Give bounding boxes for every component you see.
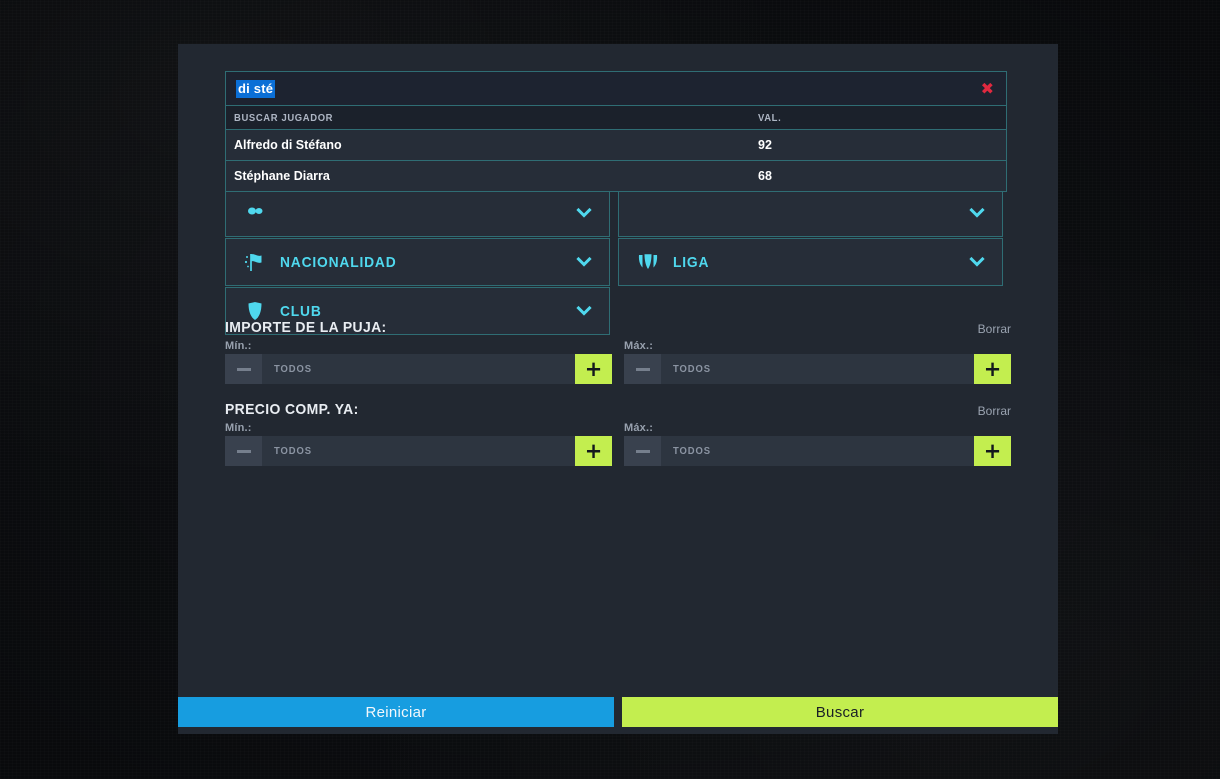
range-title-bid-amount: IMPORTE DE LA PUJA: <box>225 319 387 336</box>
reset-button[interactable]: Reiniciar <box>178 697 614 727</box>
modal-body: NACIONALIDAD LIGA CLUB di sté ✖ BUSCAR J… <box>178 44 1058 690</box>
results-column-value: VAL. <box>758 111 782 124</box>
filter-dropdown-liga[interactable]: LIGA <box>618 238 1003 286</box>
bid-max-input[interactable]: TODOS <box>661 354 974 384</box>
range-section-buy-now-price: PRECIO COMP. YA: Borrar Mín.: TODOS + Má… <box>225 401 1011 466</box>
bid-min-input[interactable]: TODOS <box>262 354 575 384</box>
range-min-label: Mín.: <box>225 340 252 352</box>
minus-icon <box>635 367 650 371</box>
search-input[interactable]: di sté ✖ <box>225 71 1007 106</box>
results-column-name: BUSCAR JUGADOR <box>234 111 334 124</box>
filter-grid: NACIONALIDAD LIGA CLUB <box>225 189 1011 336</box>
chevron-down-icon <box>575 302 593 320</box>
flag-icon <box>242 249 268 275</box>
bid-min-stepper: TODOS + <box>225 354 612 384</box>
result-player-name: Stéphane Diarra <box>234 169 330 183</box>
bid-max-decrement-button[interactable] <box>624 354 661 384</box>
range-section-bid-amount: IMPORTE DE LA PUJA: Borrar Mín.: TODOS +… <box>225 319 1011 384</box>
filter-row-1: NACIONALIDAD LIGA <box>225 238 1011 286</box>
range-min-label: Mín.: <box>225 422 252 434</box>
bid-min-decrement-button[interactable] <box>225 354 262 384</box>
modal-footer: Reiniciar Buscar <box>178 690 1058 734</box>
clear-bid-amount-link[interactable]: Borrar <box>978 322 1011 336</box>
search-result-row[interactable]: Alfredo di Stéfano 92 <box>225 130 1007 161</box>
result-player-rating: 68 <box>758 169 772 183</box>
range-pair-buy-now-price: Mín.: TODOS + Máx.: TODOS + <box>225 422 1011 466</box>
range-max-label: Máx.: <box>624 340 654 352</box>
filter-label-liga: LIGA <box>673 253 710 271</box>
bid-min-placeholder: TODOS <box>274 363 312 375</box>
minus-icon <box>635 449 650 453</box>
buynow-min-input[interactable]: TODOS <box>262 436 575 466</box>
buynow-max-increment-button[interactable]: + <box>974 436 1011 466</box>
bid-max-stepper: TODOS + <box>624 354 1011 384</box>
filter-label-club: CLUB <box>280 302 322 320</box>
filter-dropdown-hidden-left[interactable] <box>225 189 610 237</box>
result-player-rating: 92 <box>758 138 772 152</box>
search-result-row[interactable]: Stéphane Diarra 68 <box>225 161 1007 192</box>
filter-row-hidden <box>225 189 1011 237</box>
minus-icon <box>236 367 251 371</box>
minus-icon <box>236 449 251 453</box>
chevron-down-icon <box>575 253 593 271</box>
filter-label-nacionalidad: NACIONALIDAD <box>280 253 397 271</box>
search-filter-modal: NACIONALIDAD LIGA CLUB di sté ✖ BUSCAR J… <box>178 44 1058 734</box>
result-player-name: Alfredo di Stéfano <box>234 138 342 152</box>
buynow-max-stepper: TODOS + <box>624 436 1011 466</box>
range-group-max: Máx.: TODOS + <box>624 422 1011 466</box>
range-group-min: Mín.: TODOS + <box>225 422 612 466</box>
close-x-icon[interactable]: ✖ <box>981 80 994 97</box>
range-max-label: Máx.: <box>624 422 654 434</box>
search-input-value: di sté <box>236 79 276 98</box>
position-icon <box>242 200 268 226</box>
buynow-min-stepper: TODOS + <box>225 436 612 466</box>
range-title-buy-now-price: PRECIO COMP. YA: <box>225 401 359 418</box>
search-button[interactable]: Buscar <box>622 697 1058 727</box>
range-group-max: Máx.: TODOS + <box>624 340 1011 384</box>
range-pair-bid-amount: Mín.: TODOS + Máx.: TODOS + <box>225 340 1011 384</box>
buynow-min-increment-button[interactable]: + <box>575 436 612 466</box>
filter-dropdown-nacionalidad[interactable]: NACIONALIDAD <box>225 238 610 286</box>
bid-max-increment-button[interactable]: + <box>974 354 1011 384</box>
filter-dropdown-hidden-right[interactable] <box>618 189 1003 237</box>
chevron-down-icon <box>968 253 986 271</box>
buynow-min-decrement-button[interactable] <box>225 436 262 466</box>
buynow-max-decrement-button[interactable] <box>624 436 661 466</box>
buynow-max-input[interactable]: TODOS <box>661 436 974 466</box>
buynow-min-placeholder: TODOS <box>274 445 312 457</box>
chevron-down-icon <box>575 204 593 222</box>
clear-buy-now-price-link[interactable]: Borrar <box>978 404 1011 418</box>
player-search-dropdown: di sté ✖ BUSCAR JUGADOR VAL. Alfredo di … <box>225 71 1007 192</box>
chevron-down-icon <box>968 204 986 222</box>
league-trophy-icon <box>635 249 661 275</box>
buynow-max-placeholder: TODOS <box>673 445 711 457</box>
range-group-min: Mín.: TODOS + <box>225 340 612 384</box>
bid-min-increment-button[interactable]: + <box>575 354 612 384</box>
bid-max-placeholder: TODOS <box>673 363 711 375</box>
search-results-header: BUSCAR JUGADOR VAL. <box>225 106 1007 130</box>
